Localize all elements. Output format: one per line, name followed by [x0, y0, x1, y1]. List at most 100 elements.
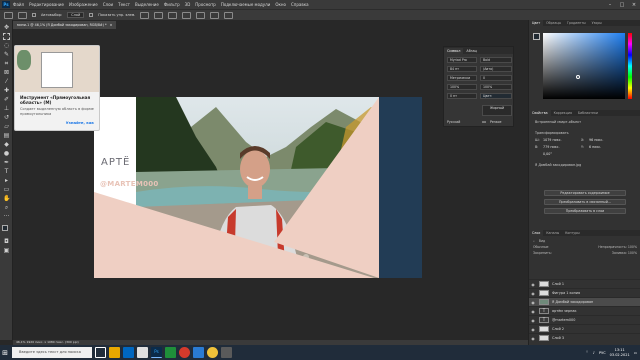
align-left-icon[interactable]: [140, 11, 150, 19]
menu-edit[interactable]: Редактирование: [29, 2, 64, 7]
clock[interactable]: 13:11 03.02.2021: [610, 348, 630, 357]
move-tool-icon[interactable]: ✥: [3, 24, 10, 31]
kerning-field[interactable]: Метрически: [447, 75, 477, 81]
tab-paragraph[interactable]: Абзац: [463, 48, 480, 54]
leading-field[interactable]: (Авто): [480, 66, 512, 72]
tab-gradients[interactable]: Градиенты: [564, 20, 589, 26]
tracking-field[interactable]: 0: [480, 75, 512, 81]
windows-start-icon[interactable]: ⊞: [0, 345, 10, 360]
tab-paths[interactable]: Контуры: [562, 230, 583, 236]
quick-mask-icon[interactable]: ◘: [3, 238, 10, 245]
quick-select-icon[interactable]: ✎: [3, 51, 10, 58]
menu-view[interactable]: Просмотр: [195, 2, 216, 7]
visibility-eye-icon[interactable]: ◉: [529, 282, 537, 287]
zoom-tool-icon[interactable]: ⌕: [3, 204, 10, 211]
type-tool-icon[interactable]: T: [3, 168, 10, 175]
edit-contents-button[interactable]: Редактировать содержимое: [544, 190, 626, 196]
brush-tool-icon[interactable]: ✐: [3, 96, 10, 103]
align-center-icon[interactable]: [154, 11, 164, 19]
frame-tool-icon[interactable]: ⊠: [3, 69, 10, 76]
3d-mode-icon[interactable]: [224, 11, 234, 19]
tab-swatches[interactable]: Образцы: [543, 20, 564, 26]
visibility-eye-icon[interactable]: ◉: [529, 336, 537, 341]
tab-color[interactable]: Цвет: [529, 20, 544, 26]
menu-3d[interactable]: 3D: [185, 2, 191, 7]
foreground-color-swatch[interactable]: [2, 225, 8, 231]
baseline-field[interactable]: 0 пт: [447, 93, 477, 99]
visibility-eye-icon[interactable]: ◉: [529, 327, 537, 332]
wifi-icon[interactable]: ⌔: [585, 350, 588, 355]
tab-properties[interactable]: Свойства: [529, 110, 551, 116]
screen-mode-icon[interactable]: ▣: [3, 247, 10, 254]
document-canvas[interactable]: АРТЁ @MARTEM000: [94, 97, 422, 278]
color-picker-marker[interactable]: [576, 75, 580, 79]
tab-layers[interactable]: Слои: [529, 230, 544, 236]
visibility-eye-icon[interactable]: ◉: [529, 318, 537, 323]
layer-row[interactable]: ◉ Слой 3: [529, 333, 640, 342]
layer-filter-select[interactable]: Вид: [539, 239, 545, 243]
telegram-icon[interactable]: [193, 347, 204, 358]
pen-tool-icon[interactable]: ✒: [3, 159, 10, 166]
horizontal-scale-field[interactable]: 100%: [480, 84, 512, 90]
blend-mode-select[interactable]: Обычные: [533, 245, 548, 250]
menu-help[interactable]: Справка: [291, 2, 309, 7]
menu-plugins[interactable]: Подключаемые модули: [221, 2, 271, 7]
history-brush-icon[interactable]: ↺: [3, 114, 10, 121]
opera-icon[interactable]: [179, 347, 190, 358]
convert-to-linked-button[interactable]: Преобразовать в связанный...: [544, 199, 626, 205]
menu-filter[interactable]: Фильтр: [164, 2, 180, 7]
minimize-icon[interactable]: –: [604, 0, 616, 9]
tab-adjustments[interactable]: Коррекция: [551, 110, 575, 116]
angle-value[interactable]: 0,00°: [543, 152, 552, 156]
height-value[interactable]: 779 пикс.: [543, 145, 560, 149]
blur-tool-icon[interactable]: ◆: [3, 141, 10, 148]
font-style-select[interactable]: Bold: [480, 57, 512, 63]
close-tab-icon[interactable]: ×: [110, 23, 113, 27]
eyedropper-icon[interactable]: ⁄: [3, 78, 10, 85]
store-icon[interactable]: [137, 347, 148, 358]
language-indicator[interactable]: РУС: [599, 351, 606, 355]
task-view-icon[interactable]: [95, 347, 106, 358]
app-grey-icon[interactable]: [221, 347, 232, 358]
layer-row[interactable]: ◉ Слой 1: [529, 279, 640, 288]
healing-brush-icon[interactable]: ✚: [3, 87, 10, 94]
eraser-tool-icon[interactable]: ▱: [3, 123, 10, 130]
align-middle-icon[interactable]: [196, 11, 206, 19]
crop-tool-icon[interactable]: ⌗: [3, 60, 10, 67]
align-right-icon[interactable]: [168, 11, 178, 19]
menu-window[interactable]: Окно: [275, 2, 286, 7]
volume-icon[interactable]: ♪: [593, 351, 595, 355]
language-select[interactable]: Русский: [447, 120, 460, 124]
x-value[interactable]: 96 пикс.: [589, 138, 603, 142]
path-select-icon[interactable]: ▸: [3, 177, 10, 184]
color-panel-fg-swatch[interactable]: [533, 33, 540, 40]
convert-to-layers-button[interactable]: Преобразовать в слои: [544, 208, 626, 214]
vertical-scale-field[interactable]: 100%: [447, 84, 477, 90]
stamp-tool-icon[interactable]: ⊥: [3, 105, 10, 112]
document-tab[interactable]: мини-1 @ 46,1% (Я Домбай закодирован, RG…: [13, 21, 117, 29]
antialias-select[interactable]: Резкое: [490, 120, 501, 124]
menu-select[interactable]: Выделение: [135, 2, 159, 7]
width-value[interactable]: 1079 пикс.: [543, 138, 562, 142]
close-icon[interactable]: ×: [628, 0, 640, 9]
hand-tool-icon[interactable]: ✋: [3, 195, 10, 202]
tab-libraries[interactable]: Библиотеки: [575, 110, 601, 116]
text-color-field[interactable]: Цвет:: [480, 93, 512, 99]
menu-layers[interactable]: Слои: [103, 2, 113, 7]
photoshop-taskbar-icon[interactable]: Ps: [151, 347, 162, 358]
maximize-icon[interactable]: □: [616, 0, 628, 9]
tab-channels[interactable]: Каналы: [543, 230, 562, 236]
lasso-tool-icon[interactable]: ◌: [3, 42, 10, 49]
dodge-tool-icon[interactable]: ●: [3, 150, 10, 157]
color-picker-field[interactable]: [543, 33, 625, 99]
chrome-icon[interactable]: [207, 347, 218, 358]
tab-character[interactable]: Символ: [444, 48, 464, 54]
marquee-tool-icon[interactable]: [3, 33, 10, 40]
notifications-icon[interactable]: ▭: [634, 351, 637, 355]
auto-select-dropdown[interactable]: Слой: [67, 12, 85, 18]
visibility-eye-icon[interactable]: ◉: [529, 291, 537, 296]
opacity-value[interactable]: 100%: [628, 245, 637, 249]
transform-controls-checkbox[interactable]: [89, 13, 94, 17]
learn-more-link[interactable]: Узнайте, как: [15, 118, 99, 127]
visibility-eye-icon[interactable]: ◉: [529, 300, 537, 305]
